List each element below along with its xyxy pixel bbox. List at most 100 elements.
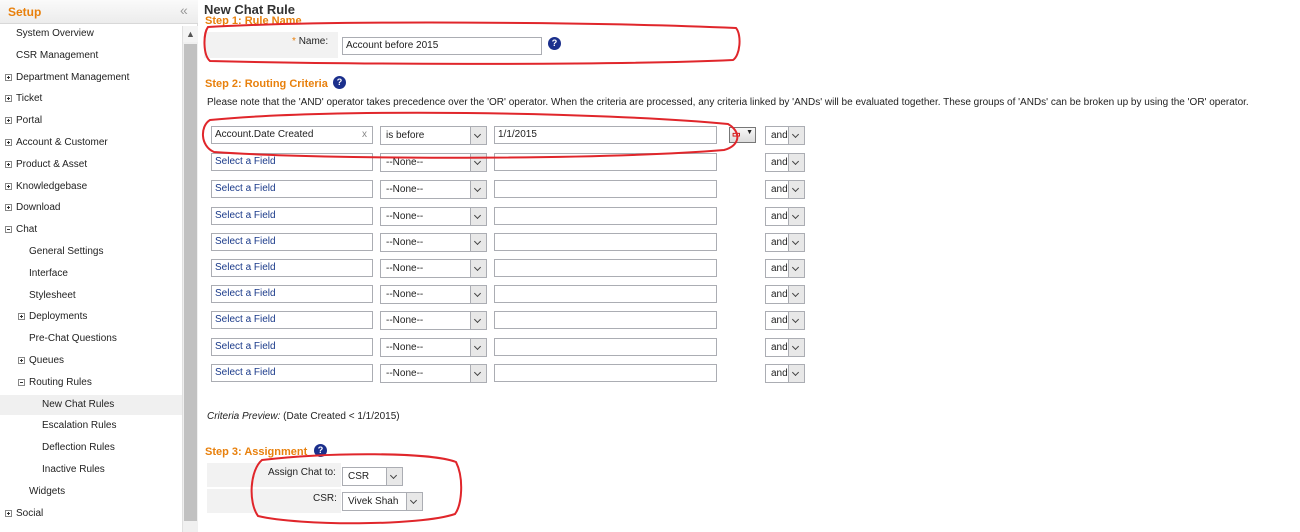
criteria-conjunction-select[interactable]: and: [765, 364, 805, 383]
criteria-value-input[interactable]: [494, 180, 717, 198]
sidebar-item[interactable]: Pre-Chat Questions: [0, 329, 182, 349]
criteria-field-label: Account.Date Created: [215, 129, 314, 140]
sidebar-item[interactable]: System Overview: [0, 24, 182, 44]
criteria-operator-select[interactable]: --None--: [380, 285, 487, 304]
sidebar-item[interactable]: Deflection Rules: [0, 438, 182, 458]
criteria-conjunction-select[interactable]: and: [765, 311, 805, 330]
criteria-conjunction-select[interactable]: and: [765, 153, 805, 172]
criteria-value-input[interactable]: [494, 207, 717, 225]
sidebar-item[interactable]: Portal: [0, 111, 182, 131]
criteria-operator-select[interactable]: is before: [380, 126, 487, 145]
sidebar-item[interactable]: Routing Rules: [0, 373, 182, 393]
criteria-operator-value: --None--: [386, 184, 424, 195]
criteria-operator-select[interactable]: --None--: [380, 311, 487, 330]
sidebar-item[interactable]: Account & Customer: [0, 133, 182, 153]
criteria-field-picker[interactable]: Select a Field: [211, 285, 373, 303]
criteria-value-input[interactable]: [494, 259, 717, 277]
criteria-value-input[interactable]: [494, 364, 717, 382]
sidebar-item[interactable]: Product & Asset: [0, 155, 182, 175]
expand-icon[interactable]: [5, 204, 12, 211]
criteria-operator-select[interactable]: --None--: [380, 207, 487, 226]
criteria-field-picker[interactable]: Select a Field: [211, 338, 373, 356]
csr-select[interactable]: Vivek Shah: [342, 492, 423, 511]
criteria-operator-select[interactable]: --None--: [380, 338, 487, 357]
sidebar-item[interactable]: Deployments: [0, 307, 182, 327]
criteria-field-picker[interactable]: Select a Field: [211, 180, 373, 198]
assign-chat-select[interactable]: CSR: [342, 467, 403, 486]
chevron-down-icon: [788, 127, 804, 144]
sidebar-item-label: Knowledgebase: [16, 181, 88, 192]
expand-icon[interactable]: [5, 510, 12, 517]
sidebar-item[interactable]: Inactive Rules: [0, 460, 182, 480]
sidebar-item[interactable]: Knowledgebase: [0, 177, 182, 197]
criteria-field-picker[interactable]: Select a Field: [211, 233, 373, 251]
rule-name-input[interactable]: Account before 2015: [342, 37, 542, 55]
criteria-value-input[interactable]: [494, 311, 717, 329]
clear-field-icon[interactable]: x: [362, 127, 367, 143]
criteria-conjunction-select[interactable]: and: [765, 233, 805, 252]
criteria-value-input[interactable]: [494, 285, 717, 303]
criteria-conjunction-value: and: [771, 237, 788, 248]
sidebar-item[interactable]: Queues: [0, 351, 182, 371]
collapse-icon[interactable]: [18, 379, 25, 386]
criteria-operator-select[interactable]: --None--: [380, 180, 487, 199]
sidebar-item[interactable]: New Chat Rules: [0, 395, 182, 415]
step2-heading: Step 2: Routing Criteria: [205, 78, 328, 90]
sidebar-item[interactable]: Chat: [0, 220, 182, 240]
criteria-value-input[interactable]: [494, 338, 717, 356]
sidebar-item-label: System Overview: [16, 28, 94, 39]
criteria-field-picker[interactable]: Select a Field: [211, 207, 373, 225]
criteria-value-input[interactable]: [494, 153, 717, 171]
expand-icon[interactable]: [18, 313, 25, 320]
criteria-value-input[interactable]: 1/1/2015: [494, 126, 717, 144]
criteria-operator-select[interactable]: --None--: [380, 153, 487, 172]
criteria-conjunction-select[interactable]: and: [765, 180, 805, 199]
criteria-conjunction-select[interactable]: and: [765, 126, 805, 145]
criteria-conjunction-select[interactable]: and: [765, 285, 805, 304]
collapse-sidebar-icon[interactable]: «: [180, 2, 188, 18]
help-icon[interactable]: ?: [333, 76, 346, 89]
expand-icon[interactable]: [5, 117, 12, 124]
sidebar-item[interactable]: Department Management: [0, 68, 182, 88]
criteria-field-picker[interactable]: Account.Date Created x: [211, 126, 373, 144]
sidebar-scrollbar[interactable]: ▲: [182, 26, 198, 532]
sidebar-item[interactable]: CSR Management: [0, 46, 182, 66]
sidebar-item[interactable]: General Settings: [0, 242, 182, 262]
sidebar-item[interactable]: Interface: [0, 264, 182, 284]
sidebar-item-label: New Chat Rules: [42, 399, 115, 410]
sidebar-item[interactable]: Stylesheet: [0, 286, 182, 306]
sidebar-item[interactable]: Escalation Rules: [0, 416, 182, 436]
sidebar-item[interactable]: Ticket: [0, 89, 182, 109]
collapse-icon[interactable]: [5, 226, 12, 233]
criteria-field-picker[interactable]: Select a Field: [211, 311, 373, 329]
criteria-operator-select[interactable]: --None--: [380, 233, 487, 252]
criteria-conjunction-select[interactable]: and: [765, 259, 805, 278]
sidebar-item-label: Inactive Rules: [42, 464, 105, 475]
scrollbar-thumb[interactable]: [184, 44, 197, 521]
expand-icon[interactable]: [5, 161, 12, 168]
criteria-field-picker[interactable]: Select a Field: [211, 153, 373, 171]
sidebar-item[interactable]: Download: [0, 198, 182, 218]
criteria-value-input[interactable]: [494, 233, 717, 251]
sidebar-item[interactable]: Widgets: [0, 482, 182, 502]
expand-icon[interactable]: [5, 74, 12, 81]
criteria-field-picker[interactable]: Select a Field: [211, 364, 373, 382]
criteria-field-picker[interactable]: Select a Field: [211, 259, 373, 277]
expand-icon[interactable]: [5, 95, 12, 102]
criteria-operator-value: --None--: [386, 368, 424, 379]
scroll-up-arrow-icon[interactable]: ▲: [183, 26, 198, 42]
chevron-down-icon: [386, 468, 402, 485]
expand-icon[interactable]: [18, 357, 25, 364]
criteria-operator-select[interactable]: --None--: [380, 364, 487, 383]
expand-icon[interactable]: [5, 183, 12, 190]
sidebar-item[interactable]: Social: [0, 504, 182, 524]
criteria-field-label: Select a Field: [215, 183, 276, 194]
criteria-conjunction-select[interactable]: and: [765, 338, 805, 357]
expand-icon[interactable]: [5, 139, 12, 146]
chevron-down-icon: [788, 365, 804, 382]
help-icon[interactable]: ?: [314, 444, 327, 457]
row-action-dropdown-button[interactable]: ▭ ▼: [729, 127, 756, 143]
help-icon[interactable]: ?: [548, 37, 561, 50]
criteria-conjunction-select[interactable]: and: [765, 207, 805, 226]
criteria-operator-select[interactable]: --None--: [380, 259, 487, 278]
